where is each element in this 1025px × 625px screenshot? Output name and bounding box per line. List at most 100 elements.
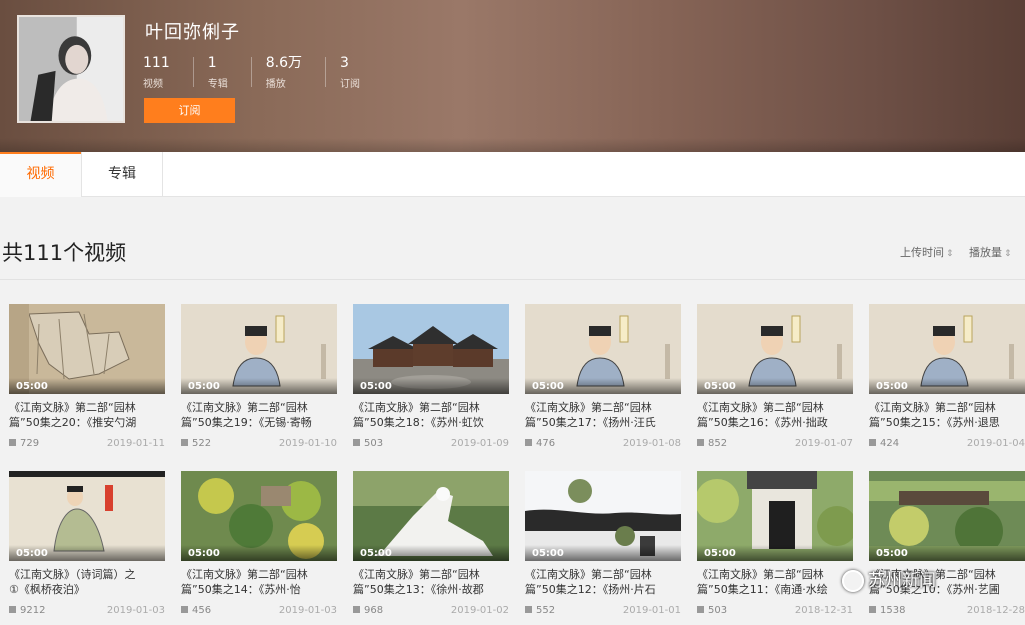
video-thumbnail[interactable]: 05:00 <box>697 471 853 561</box>
video-card[interactable]: 05:00 《江南文脉》（诗词篇）之 ①《枫桥夜泊》 9212 2019-01-03 <box>9 471 165 621</box>
video-card[interactable]: 05:00 《江南文脉》第二部“园林 篇”50集之16：《苏州·拙政 852 2019-… <box>697 304 853 454</box>
play-count: 1538 <box>880 605 906 616</box>
video-title-line1: 《江南文脉》第二部“园林 <box>353 401 480 414</box>
play-count-icon <box>353 439 360 446</box>
video-title-line1: 《江南文脉》第二部“园林 <box>697 401 824 414</box>
video-title[interactable]: 《江南文脉》第二部“园林 篇”50集之16：《苏州·拙政 <box>697 400 857 430</box>
upload-date: 2019-01-11 <box>106 438 165 449</box>
upload-date: 2019-01-03 <box>106 605 165 616</box>
video-thumbnail[interactable]: 05:00 <box>353 304 509 394</box>
video-title[interactable]: 《江南文脉》第二部“园林 篇”50集之20：《推安勺湖 <box>9 400 169 430</box>
video-grid: 05:00 《江南文脉》第二部“园林 篇”50集之20：《推安勺湖 729 2019-0… <box>0 0 1025 625</box>
video-thumbnail[interactable]: 05:00 <box>525 471 681 561</box>
play-count-icon <box>9 606 16 613</box>
video-meta: 503 2018-12-31 <box>697 605 853 616</box>
video-title-line1: 《江南文脉》第二部“园林 <box>525 401 652 414</box>
video-card[interactable]: 05:00 《江南文脉》第二部“园林 篇”50集之20：《推安勺湖 729 2019-0… <box>9 304 165 454</box>
upload-date: 2019-01-03 <box>278 605 337 616</box>
video-thumbnail[interactable]: 05:00 <box>181 304 337 394</box>
video-title-line2: 篇”50集之14：《苏州·怡 <box>181 583 301 596</box>
video-card[interactable]: 05:00 《江南文脉》第二部“园林 篇”50集之18：《苏州·虹饮 503 2019-… <box>353 304 509 454</box>
wechat-icon <box>842 570 864 592</box>
video-title-line1: 《江南文脉》第二部“园林 <box>181 401 308 414</box>
video-title-line2: 篇”50集之20：《推安勺湖 <box>9 416 137 429</box>
play-count-icon <box>697 606 704 613</box>
upload-date: 2018-12-31 <box>794 605 853 616</box>
upload-date: 2019-01-04 <box>966 438 1025 449</box>
video-title[interactable]: 《江南文脉》第二部“园林 篇”50集之11：《南通·水绘 <box>697 567 857 597</box>
video-meta: 968 2019-01-02 <box>353 605 509 616</box>
video-card[interactable]: 05:00 《江南文脉》第二部“园林 篇”50集之12：《扬州·片石 552 2019-… <box>525 471 681 621</box>
video-meta: 552 2019-01-01 <box>525 605 681 616</box>
video-thumbnail[interactable]: 05:00 <box>697 304 853 394</box>
watermark-text: 苏州新闻 <box>868 571 936 591</box>
video-title-line1: 《江南文脉》第二部“园林 <box>697 568 824 581</box>
video-card[interactable]: 05:00 《江南文脉》第二部“园林 篇”50集之17：《扬州·汪氏 476 2019-… <box>525 304 681 454</box>
video-title-line2: 篇”50集之16：《苏州·拙政 <box>697 416 828 429</box>
video-card[interactable]: 05:00 《江南文脉》第二部“园林 篇”50集之11：《南通·水绘 503 2018-… <box>697 471 853 621</box>
video-thumbnail[interactable]: 05:00 <box>353 471 509 561</box>
video-meta: 503 2019-01-09 <box>353 438 509 449</box>
upload-date: 2019-01-07 <box>794 438 853 449</box>
video-thumbnail[interactable]: 05:00 <box>181 471 337 561</box>
play-count-icon <box>9 439 16 446</box>
play-count: 503 <box>364 438 384 449</box>
upload-date: 2019-01-02 <box>450 605 509 616</box>
video-title-line2: 篇”50集之17：《扬州·汪氏 <box>525 416 656 429</box>
video-meta: 1538 2018-12-28 <box>869 605 1025 616</box>
video-title[interactable]: 《江南文脉》（诗词篇）之 ①《枫桥夜泊》 <box>9 567 169 597</box>
video-thumbnail[interactable]: 05:00 <box>525 304 681 394</box>
video-card[interactable]: 05:00 《江南文脉》第二部“园林 篇”50集之14：《苏州·怡 456 2019-0… <box>181 471 337 621</box>
video-duration: 05:00 <box>16 548 48 559</box>
play-count: 503 <box>708 605 728 616</box>
video-duration: 05:00 <box>360 381 392 392</box>
play-count-icon <box>525 439 532 446</box>
video-title[interactable]: 《江南文脉》第二部“园林 篇”50集之13：《徐州·故郡 <box>353 567 513 597</box>
video-duration: 05:00 <box>876 381 908 392</box>
video-title-line2: 篇”50集之11：《南通·水绘 <box>697 583 828 596</box>
video-title-line1: 《江南文脉》第二部“园林 <box>869 401 996 414</box>
play-count-icon <box>525 606 532 613</box>
video-duration: 05:00 <box>188 381 220 392</box>
play-count: 729 <box>20 438 40 449</box>
video-thumbnail[interactable]: 05:00 <box>9 471 165 561</box>
play-count-icon <box>697 439 704 446</box>
video-duration: 05:00 <box>16 381 48 392</box>
video-thumbnail[interactable]: 05:00 <box>9 304 165 394</box>
video-title[interactable]: 《江南文脉》第二部“园林 篇”50集之17：《扬州·汪氏 <box>525 400 685 430</box>
video-title-line2: 篇”50集之15：《苏州·退思 <box>869 416 1000 429</box>
video-title[interactable]: 《江南文脉》第二部“园林 篇”50集之18：《苏州·虹饮 <box>353 400 513 430</box>
video-meta: 424 2019-01-04 <box>869 438 1025 449</box>
play-count: 968 <box>364 605 384 616</box>
video-duration: 05:00 <box>188 548 220 559</box>
video-card[interactable]: 05:00 《江南文脉》第二部“园林 篇”50集之13：《徐州·故郡 968 2019-… <box>353 471 509 621</box>
video-meta: 522 2019-01-10 <box>181 438 337 449</box>
play-count: 9212 <box>20 605 46 616</box>
video-card[interactable]: 05:00 《江南文脉》第二部“园林 篇”50集之19：《无锡·寄畅 522 2019-… <box>181 304 337 454</box>
video-title[interactable]: 《江南文脉》第二部“园林 篇”50集之12：《扬州·片石 <box>525 567 685 597</box>
video-meta: 456 2019-01-03 <box>181 605 337 616</box>
video-title-line1: 《江南文脉》第二部“园林 <box>353 568 480 581</box>
video-duration: 05:00 <box>704 548 736 559</box>
play-count-icon <box>869 439 876 446</box>
play-count: 424 <box>880 438 900 449</box>
video-duration: 05:00 <box>704 381 736 392</box>
video-title-line2: 篇”50集之13：《徐州·故郡 <box>353 583 484 596</box>
video-title-line1: 《江南文脉》第二部“园林 <box>181 568 308 581</box>
upload-date: 2019-01-10 <box>278 438 337 449</box>
video-duration: 05:00 <box>532 381 564 392</box>
video-title-line2: 篇”50集之12：《扬州·片石 <box>525 583 656 596</box>
video-thumbnail[interactable]: 05:00 <box>869 471 1025 561</box>
play-count-icon <box>181 606 188 613</box>
video-duration: 05:00 <box>532 548 564 559</box>
upload-date: 2018-12-28 <box>966 605 1025 616</box>
page: 叶回弥俐子 111 视频 1 专辑 8.6万 播放 3 订阅 订阅 视频 专辑 … <box>0 0 1025 625</box>
upload-date: 2019-01-01 <box>622 605 681 616</box>
video-title[interactable]: 《江南文脉》第二部“园林 篇”50集之19：《无锡·寄畅 <box>181 400 341 430</box>
upload-date: 2019-01-09 <box>450 438 509 449</box>
video-card[interactable]: 05:00 《江南文脉》第二部“园林 篇”50集之15：《苏州·退思 424 2019-… <box>869 304 1025 454</box>
video-title-line2: 篇”50集之18：《苏州·虹饮 <box>353 416 484 429</box>
video-thumbnail[interactable]: 05:00 <box>869 304 1025 394</box>
video-title[interactable]: 《江南文脉》第二部“园林 篇”50集之15：《苏州·退思 <box>869 400 1025 430</box>
video-title[interactable]: 《江南文脉》第二部“园林 篇”50集之14：《苏州·怡 <box>181 567 341 597</box>
